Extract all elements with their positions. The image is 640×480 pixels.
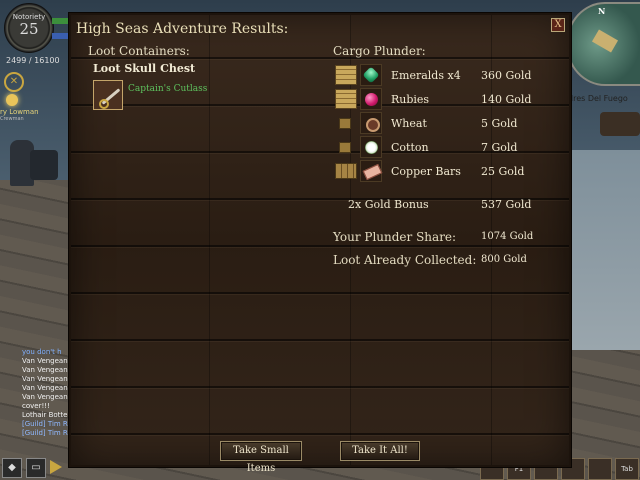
- cargo-name: Cotton: [391, 141, 429, 154]
- plunder-share-label: Your Plunder Share:: [333, 230, 457, 244]
- expand-arrow-icon[interactable]: [50, 460, 62, 474]
- adventure-results-dialog: High Seas Adventure Results: X Loot Cont…: [68, 12, 572, 474]
- copper-bars-icon: [360, 160, 382, 182]
- pirate-character: [30, 150, 58, 180]
- plunder-share-value: 1074 Gold: [481, 231, 534, 242]
- health-bar: [52, 18, 68, 24]
- north-marker: N: [598, 6, 606, 16]
- sea-water: [560, 150, 640, 350]
- notoriety-badge[interactable]: Notoriety 25: [4, 3, 54, 53]
- crate-icon: [335, 163, 357, 179]
- cargo-value: 7 Gold: [481, 141, 518, 154]
- location-name: dres Del Fuego: [568, 94, 628, 103]
- cargo-row: Cotton 7 Gold: [333, 136, 533, 159]
- cargo-row: Copper Bars 25 Gold: [333, 160, 533, 183]
- cargo-name: Emeralds x4: [391, 69, 461, 82]
- loot-containers-heading: Loot Containers:: [88, 44, 190, 58]
- cargo-value: 5 Gold: [481, 117, 518, 130]
- cargo-row: Rubies 140 Gold: [333, 88, 533, 111]
- wheat-icon: [360, 112, 382, 134]
- lantern-icon: [6, 94, 18, 106]
- cargo-value: 25 Gold: [481, 165, 525, 178]
- nameplate-name: ry Lowman: [0, 108, 39, 116]
- hotbar-slot-tab[interactable]: Tab: [615, 458, 639, 480]
- voodoo-bar: [52, 33, 68, 39]
- cargo-value: 140 Gold: [481, 93, 532, 106]
- notoriety-level: 25: [19, 20, 39, 38]
- take-small-items-button[interactable]: Take Small Items: [220, 441, 302, 474]
- close-button[interactable]: X: [551, 18, 565, 32]
- emerald-icon: [360, 64, 382, 86]
- gold-bonus-label: 2x Gold Bonus: [348, 198, 429, 211]
- hotbar-slot[interactable]: [588, 458, 612, 480]
- loot-chest-name: Loot Skull Chest: [93, 62, 196, 75]
- npc-nameplate: ry Lowman Crewman: [0, 108, 39, 122]
- compass-icon[interactable]: ✕: [4, 72, 24, 92]
- crate-icon: [335, 65, 357, 85]
- crate-icon: [335, 89, 357, 109]
- loot-collected-label: Loot Already Collected:: [333, 253, 477, 267]
- cutlass-icon[interactable]: [93, 80, 123, 110]
- ruby-icon: [360, 88, 382, 110]
- cargo-plunder-heading: Cargo Plunder:: [333, 44, 426, 58]
- loot-item-name: Captain's Cutlass: [128, 84, 208, 94]
- gold-bonus-value: 537 Gold: [481, 198, 532, 211]
- cargo-name: Rubies: [391, 93, 430, 106]
- take-it-all-button[interactable]: Take It All!: [340, 441, 420, 461]
- xp-readout: 2499 / 16100: [6, 56, 60, 65]
- cargo-value: 360 Gold: [481, 69, 532, 82]
- cart: [600, 112, 640, 136]
- nameplate-subtitle: Crewman: [0, 116, 24, 122]
- cargo-row: Emeralds x4 360 Gold: [333, 64, 533, 87]
- cargo-name: Copper Bars: [391, 165, 461, 178]
- crate-icon: [339, 142, 351, 153]
- dock-marker: [591, 29, 619, 53]
- loot-item[interactable]: Captain's Cutlass: [93, 80, 207, 110]
- crate-icon: [339, 118, 351, 129]
- dialog-title: High Seas Adventure Results:: [76, 21, 289, 37]
- minimap[interactable]: N: [566, 2, 640, 86]
- cotton-icon: [360, 136, 382, 158]
- cargo-name: Wheat: [391, 117, 427, 130]
- chat-bubble-icon[interactable]: ▭: [26, 458, 46, 478]
- speech-icon[interactable]: ◆: [2, 458, 22, 478]
- loot-collected-value: 800 Gold: [481, 254, 527, 265]
- cargo-row: Wheat 5 Gold: [333, 112, 533, 135]
- chat-controls: ◆ ▭: [2, 458, 62, 478]
